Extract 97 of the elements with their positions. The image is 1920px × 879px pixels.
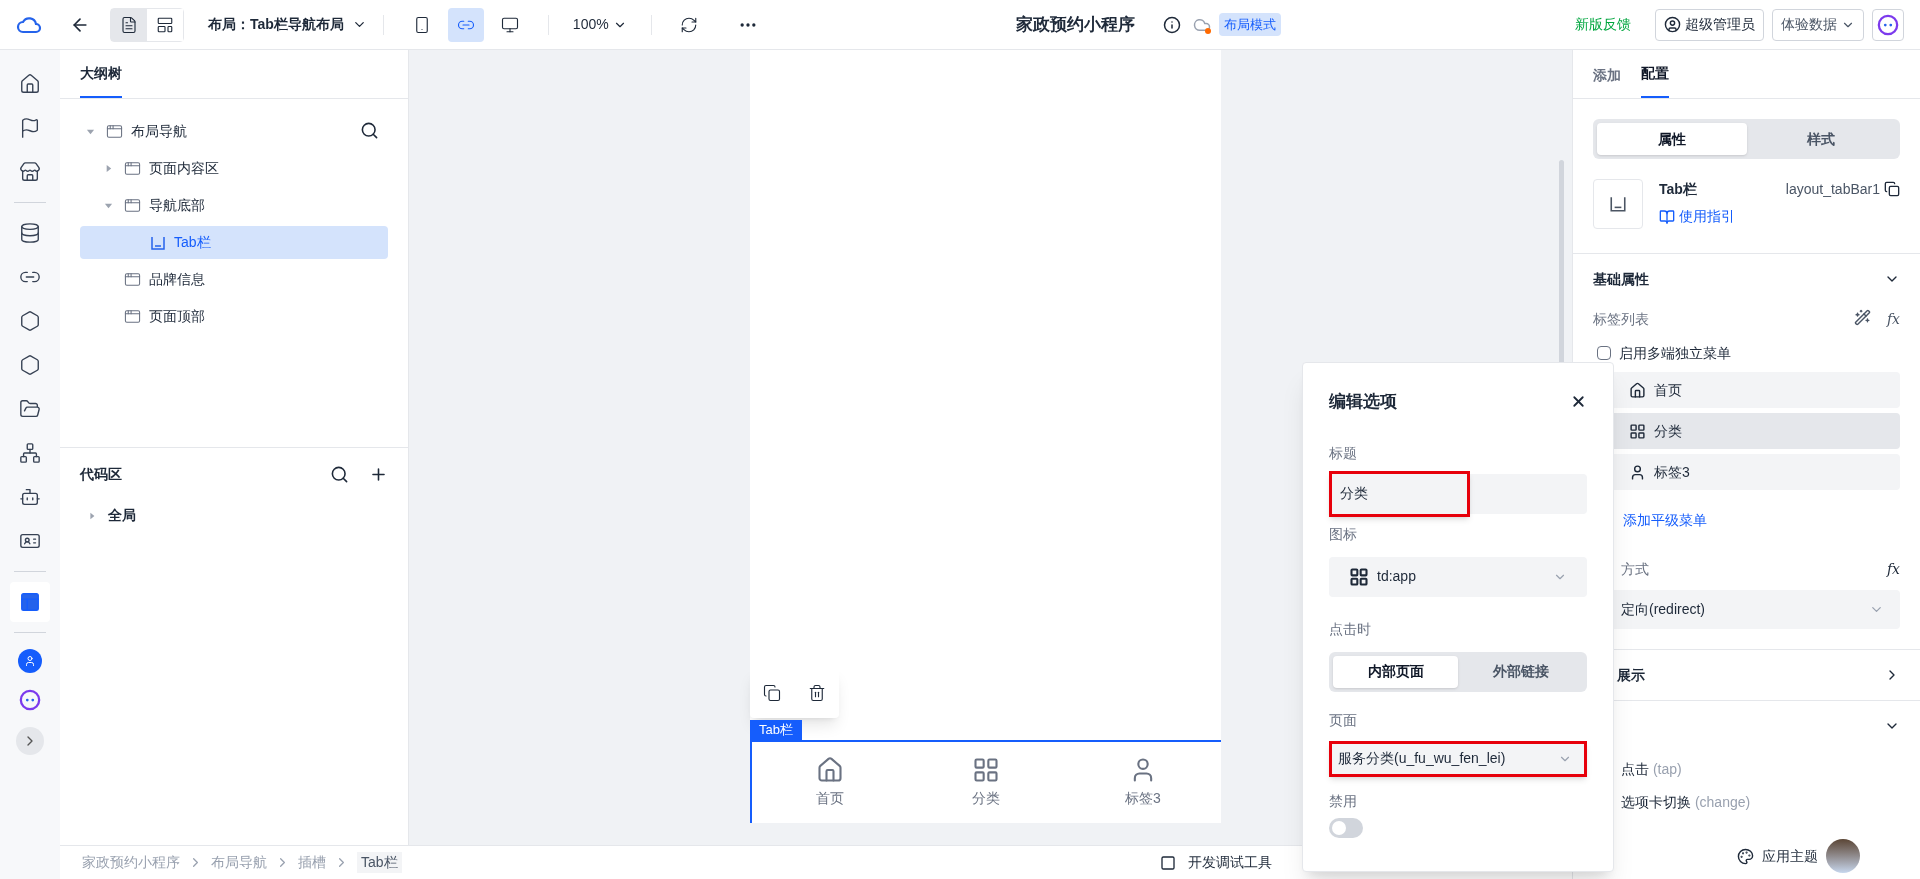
tree-item[interactable]: Tab栏 xyxy=(80,226,388,259)
tab-label[interactable]: 标签3 xyxy=(1124,788,1161,809)
breadcrumb-item[interactable]: Tab栏 xyxy=(357,852,402,873)
section-title: 基础属性 xyxy=(1593,269,1649,289)
icon-select[interactable]: td:app xyxy=(1329,556,1587,597)
field-label: 标题 xyxy=(1329,443,1358,463)
tree-label: 品牌信息 xyxy=(149,270,205,289)
block-icon xyxy=(106,123,123,140)
dev-tools-button[interactable]: 开发调试工具 xyxy=(1160,852,1272,873)
outline-tab[interactable]: 大纲树 xyxy=(80,63,122,98)
layout-dropdown[interactable]: 布局：Tab栏导航布局 xyxy=(208,14,367,35)
user-icon xyxy=(1664,16,1681,33)
block-icon xyxy=(124,271,141,288)
component-id: layout_tabBar1 xyxy=(1785,180,1880,199)
tree-label: 布局导航 xyxy=(131,122,187,141)
book-icon xyxy=(1659,208,1675,225)
monitor-icon xyxy=(500,15,519,34)
zoom-dropdown[interactable]: 100% xyxy=(564,14,635,35)
magic-wand-icon[interactable] xyxy=(1853,308,1871,326)
tree-label: Tab栏 xyxy=(174,233,211,252)
field-label: 禁用 xyxy=(1329,791,1358,811)
refresh-icon[interactable] xyxy=(679,15,698,34)
mode-badge: 布局模式 xyxy=(1218,12,1281,37)
search-icon[interactable] xyxy=(360,121,379,140)
field-label: 方式 xyxy=(1621,560,1649,579)
selection-label: Tab栏 xyxy=(750,720,802,740)
palette-icon xyxy=(1737,847,1754,865)
toggle-switch[interactable] xyxy=(1329,817,1363,838)
tree-label: 导航底部 xyxy=(149,196,205,215)
popup-title: 编辑选项 xyxy=(1329,391,1397,413)
block-icon xyxy=(124,197,141,214)
section-title: 代码区 xyxy=(80,465,122,484)
layout-icon[interactable] xyxy=(10,582,50,622)
component-name: Tab栏 xyxy=(1659,180,1698,199)
assistant-icon[interactable] xyxy=(19,689,41,711)
segment-tab[interactable]: 外部链接 xyxy=(1458,655,1583,688)
add-icon[interactable] xyxy=(369,465,388,484)
panel-tab[interactable]: 添加 xyxy=(1593,65,1621,98)
checkbox-label: 启用多端独立菜单 xyxy=(1619,343,1731,363)
user-icon xyxy=(1629,463,1646,481)
tab-item-label: 首页 xyxy=(1654,380,1682,400)
tree-item[interactable]: 品牌信息 xyxy=(80,263,388,296)
assistant-avatar[interactable] xyxy=(1826,839,1860,873)
tree-item[interactable]: 全局 xyxy=(80,505,388,526)
segment-tab[interactable]: 内部页面 xyxy=(1333,655,1458,688)
panel-tab[interactable]: 配置 xyxy=(1641,63,1669,98)
mini-program-button[interactable] xyxy=(447,7,484,42)
tree-label: 页面顶部 xyxy=(149,307,205,326)
field-label: 页面 xyxy=(1329,710,1358,730)
document-view-button[interactable] xyxy=(111,8,147,41)
copy-icon[interactable] xyxy=(1884,181,1900,197)
tab-item-label: 分类 xyxy=(1654,421,1682,441)
panel-icon xyxy=(1160,854,1176,871)
segment-tab[interactable]: 属性 xyxy=(1597,123,1747,155)
tab-item-label: 标签3 xyxy=(1654,462,1690,482)
app-title: 家政预约小程序 xyxy=(1015,13,1135,36)
search-icon[interactable] xyxy=(330,465,349,484)
tab-label[interactable]: 首页 xyxy=(816,788,845,809)
field-label: 图标 xyxy=(1329,524,1358,544)
grid-icon xyxy=(1629,422,1646,440)
formula-icon[interactable]: fx xyxy=(1886,308,1900,330)
tab-bar-icon xyxy=(150,234,166,251)
component-thumbnail xyxy=(1593,179,1643,229)
theme-button[interactable]: 应用主题 xyxy=(1737,845,1818,867)
guide-link[interactable]: 使用指引 xyxy=(1659,206,1735,227)
assistant-icon[interactable] xyxy=(1877,13,1899,36)
segment-tab[interactable]: 样式 xyxy=(1746,123,1896,155)
copy-icon[interactable] xyxy=(763,684,782,702)
tab-label[interactable]: 分类 xyxy=(972,788,1001,809)
grid-icon xyxy=(1349,566,1369,587)
tree-item[interactable]: 布局导航 xyxy=(80,115,388,148)
user-avatar[interactable] xyxy=(18,649,42,673)
title-field[interactable]: 分类 xyxy=(1329,473,1587,514)
data-env-dropdown[interactable]: 体验数据 xyxy=(1772,8,1864,41)
page-select[interactable]: 服务分类(u_fu_wu_fen_lei) xyxy=(1329,740,1587,777)
tab-bar[interactable]: 首页 分类 标签3 xyxy=(750,740,1221,823)
section-title: 展示 xyxy=(1617,665,1645,685)
home-icon[interactable] xyxy=(816,756,845,784)
field-label: 点击时 xyxy=(1329,619,1372,639)
delete-icon[interactable] xyxy=(807,684,826,702)
home-icon xyxy=(1629,381,1646,399)
block-icon xyxy=(124,160,141,177)
field-label: 标签列表 xyxy=(1593,309,1649,329)
block-icon xyxy=(124,308,141,325)
tree-label: 页面内容区 xyxy=(149,159,219,178)
grid-icon[interactable] xyxy=(972,756,1001,784)
formula-icon[interactable]: fx xyxy=(1886,559,1900,580)
info-icon[interactable] xyxy=(1162,15,1181,34)
tree-item[interactable]: 页面内容区 xyxy=(80,152,388,185)
logo-icon[interactable] xyxy=(16,14,42,35)
user-button[interactable]: 超级管理员 xyxy=(1655,8,1764,41)
tree-item[interactable]: 导航底部 xyxy=(80,189,388,222)
tree-label: 全局 xyxy=(108,506,136,525)
tree-item[interactable]: 页面顶部 xyxy=(80,300,388,333)
document-icon xyxy=(120,15,138,34)
checkbox[interactable] xyxy=(1597,346,1611,360)
layout-icon xyxy=(156,15,174,34)
